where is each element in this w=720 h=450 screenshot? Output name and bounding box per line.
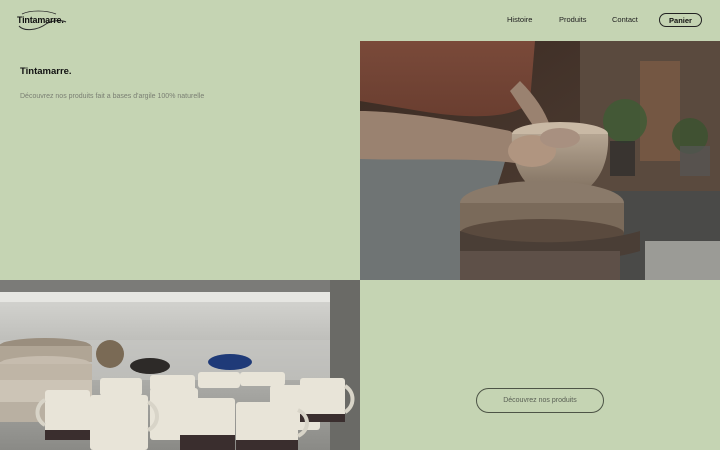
logo-text: Tintamarre. [17,15,64,25]
hero-title: Tintamarre. [20,66,72,77]
nav-histoire[interactable]: Histoire [507,15,532,24]
potter-wheel-image [360,41,720,280]
nav-contact[interactable]: Contact [612,15,638,24]
discover-products-button[interactable]: Découvrez nos produits [476,388,604,413]
logo[interactable]: Tintamarre. [16,8,76,34]
site-header: Tintamarre. Histoire Produits Contact Pa… [0,0,720,41]
mugs-shelf-image [0,280,360,450]
cart-button[interactable]: Panier [659,13,702,27]
hero-subtitle: Découvrez nos produits fait a bases d'ar… [20,93,205,100]
nav-produits[interactable]: Produits [559,15,587,24]
